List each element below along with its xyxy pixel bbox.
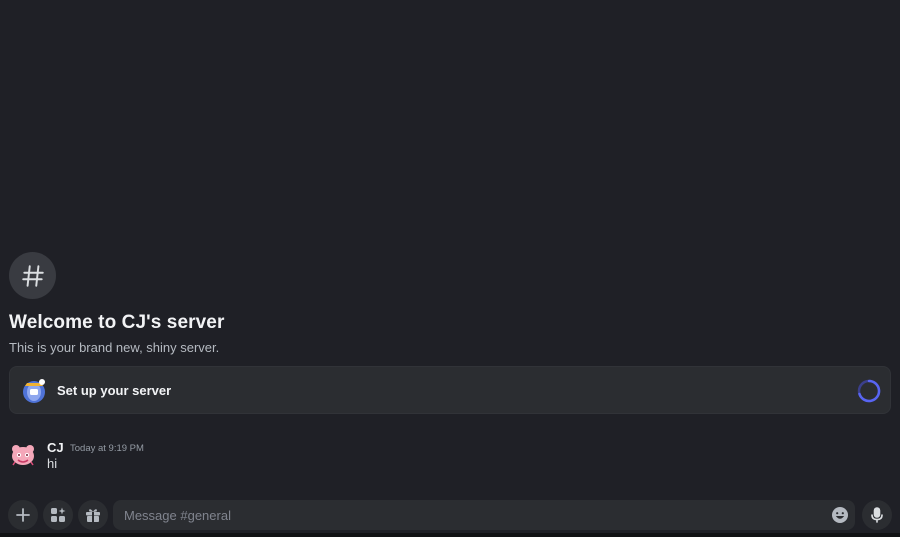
setup-server-card[interactable]: Set up your server [9,366,891,414]
gift-icon[interactable] [78,500,108,530]
apps-icon[interactable] [43,500,73,530]
server-setup-illustration-icon [19,376,49,406]
plus-icon[interactable] [8,500,38,530]
window-bottom-edge [0,533,900,537]
message-input[interactable] [113,500,855,530]
message-item: CJ Today at 9:19 PM hi [9,438,889,478]
message-text: hi [47,456,58,471]
welcome-title: Welcome to CJ's server [9,312,225,333]
avatar[interactable] [9,440,37,468]
setup-server-label: Set up your server [57,383,172,398]
message-author[interactable]: CJ [47,440,64,455]
microphone-icon[interactable] [862,500,892,530]
welcome-subtitle: This is your brand new, shiny server. [9,340,220,355]
loading-spinner-icon [857,379,881,403]
chat-area: Welcome to CJ's server This is your bran… [0,0,900,537]
message-timestamp: Today at 9:19 PM [70,443,144,454]
emoji-icon[interactable] [828,503,852,527]
message-composer [8,500,892,530]
hashtag-icon [9,252,56,299]
